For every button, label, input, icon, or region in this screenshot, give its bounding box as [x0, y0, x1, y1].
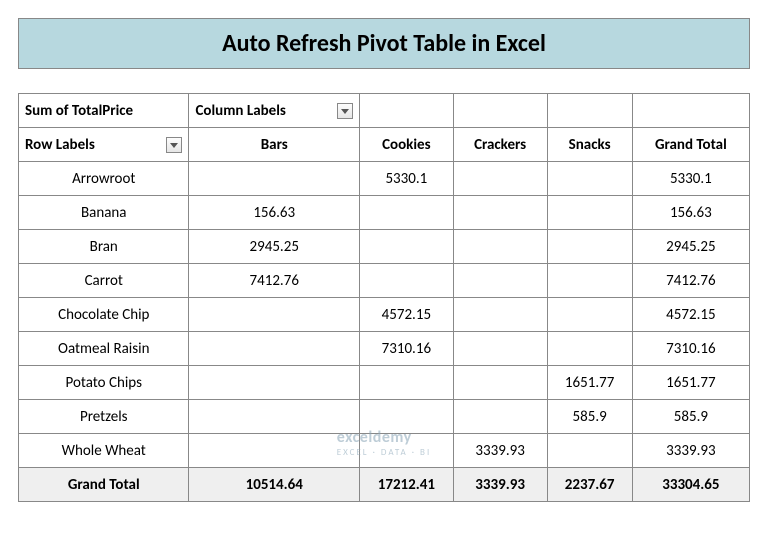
- row-label: Carrot: [19, 264, 189, 298]
- data-cell: [547, 230, 632, 264]
- data-cell: 7412.76: [189, 264, 359, 298]
- dropdown-icon[interactable]: [166, 137, 182, 153]
- column-header: Snacks: [547, 128, 632, 162]
- data-cell: [453, 366, 547, 400]
- data-cell: [547, 332, 632, 366]
- column-header: Crackers: [453, 128, 547, 162]
- pivot-column-labels-header[interactable]: Column Labels: [189, 94, 359, 128]
- pivot-row-labels-header[interactable]: Row Labels: [19, 128, 189, 162]
- data-cell: [189, 366, 359, 400]
- data-cell: 3339.93: [632, 434, 749, 468]
- data-cell: 4572.15: [359, 298, 453, 332]
- pivot-table: Sum of TotalPrice Column Labels Row Labe…: [18, 93, 750, 502]
- pivot-measure: Sum of TotalPrice: [19, 94, 189, 128]
- data-cell: 4572.15: [632, 298, 749, 332]
- data-cell: 7310.16: [359, 332, 453, 366]
- data-cell: [547, 162, 632, 196]
- data-cell: 156.63: [632, 196, 749, 230]
- data-cell: [453, 196, 547, 230]
- data-cell: [453, 400, 547, 434]
- data-cell: 3339.93: [453, 434, 547, 468]
- row-labels-text: Row Labels: [25, 136, 95, 154]
- data-cell: 7310.16: [632, 332, 749, 366]
- grand-total-value: 2237.67: [547, 468, 632, 502]
- empty-header: [547, 94, 632, 128]
- row-label: Potato Chips: [19, 366, 189, 400]
- empty-header: [359, 94, 453, 128]
- column-header: Cookies: [359, 128, 453, 162]
- row-label: Pretzels: [19, 400, 189, 434]
- data-cell: 585.9: [547, 400, 632, 434]
- data-cell: 7412.76: [632, 264, 749, 298]
- grand-total-value: 3339.93: [453, 468, 547, 502]
- row-label: Banana: [19, 196, 189, 230]
- column-header: Grand Total: [632, 128, 749, 162]
- data-cell: 2945.25: [189, 230, 359, 264]
- data-cell: [359, 196, 453, 230]
- data-cell: [189, 400, 359, 434]
- data-cell: [453, 332, 547, 366]
- data-cell: [359, 366, 453, 400]
- column-labels-text: Column Labels: [195, 102, 285, 120]
- row-label: Whole Wheat: [19, 434, 189, 468]
- data-cell: [547, 434, 632, 468]
- data-cell: [189, 162, 359, 196]
- data-cell: [547, 298, 632, 332]
- data-cell: [359, 400, 453, 434]
- data-cell: [453, 162, 547, 196]
- row-label: Oatmeal Raisin: [19, 332, 189, 366]
- data-cell: [547, 264, 632, 298]
- data-cell: [359, 264, 453, 298]
- data-cell: 2945.25: [632, 230, 749, 264]
- data-cell: [189, 434, 359, 468]
- grand-total-value: 10514.64: [189, 468, 359, 502]
- page-title: Auto Refresh Pivot Table in Excel: [18, 18, 750, 69]
- grand-total-value: 17212.41: [359, 468, 453, 502]
- data-cell: [189, 298, 359, 332]
- dropdown-icon[interactable]: [337, 103, 353, 119]
- data-cell: 585.9: [632, 400, 749, 434]
- data-cell: 1651.77: [547, 366, 632, 400]
- data-cell: [547, 196, 632, 230]
- row-label: Bran: [19, 230, 189, 264]
- data-cell: [453, 230, 547, 264]
- empty-header: [453, 94, 547, 128]
- row-label: Arrowroot: [19, 162, 189, 196]
- data-cell: [189, 332, 359, 366]
- column-header: Bars: [189, 128, 359, 162]
- data-cell: [359, 230, 453, 264]
- row-label: Chocolate Chip: [19, 298, 189, 332]
- grand-total-value: 33304.65: [632, 468, 749, 502]
- data-cell: 156.63: [189, 196, 359, 230]
- data-cell: 1651.77: [632, 366, 749, 400]
- data-cell: [453, 298, 547, 332]
- data-cell: 5330.1: [632, 162, 749, 196]
- data-cell: 5330.1: [359, 162, 453, 196]
- grand-total-label: Grand Total: [19, 468, 189, 502]
- data-cell: [359, 434, 453, 468]
- empty-header: [632, 94, 749, 128]
- data-cell: [453, 264, 547, 298]
